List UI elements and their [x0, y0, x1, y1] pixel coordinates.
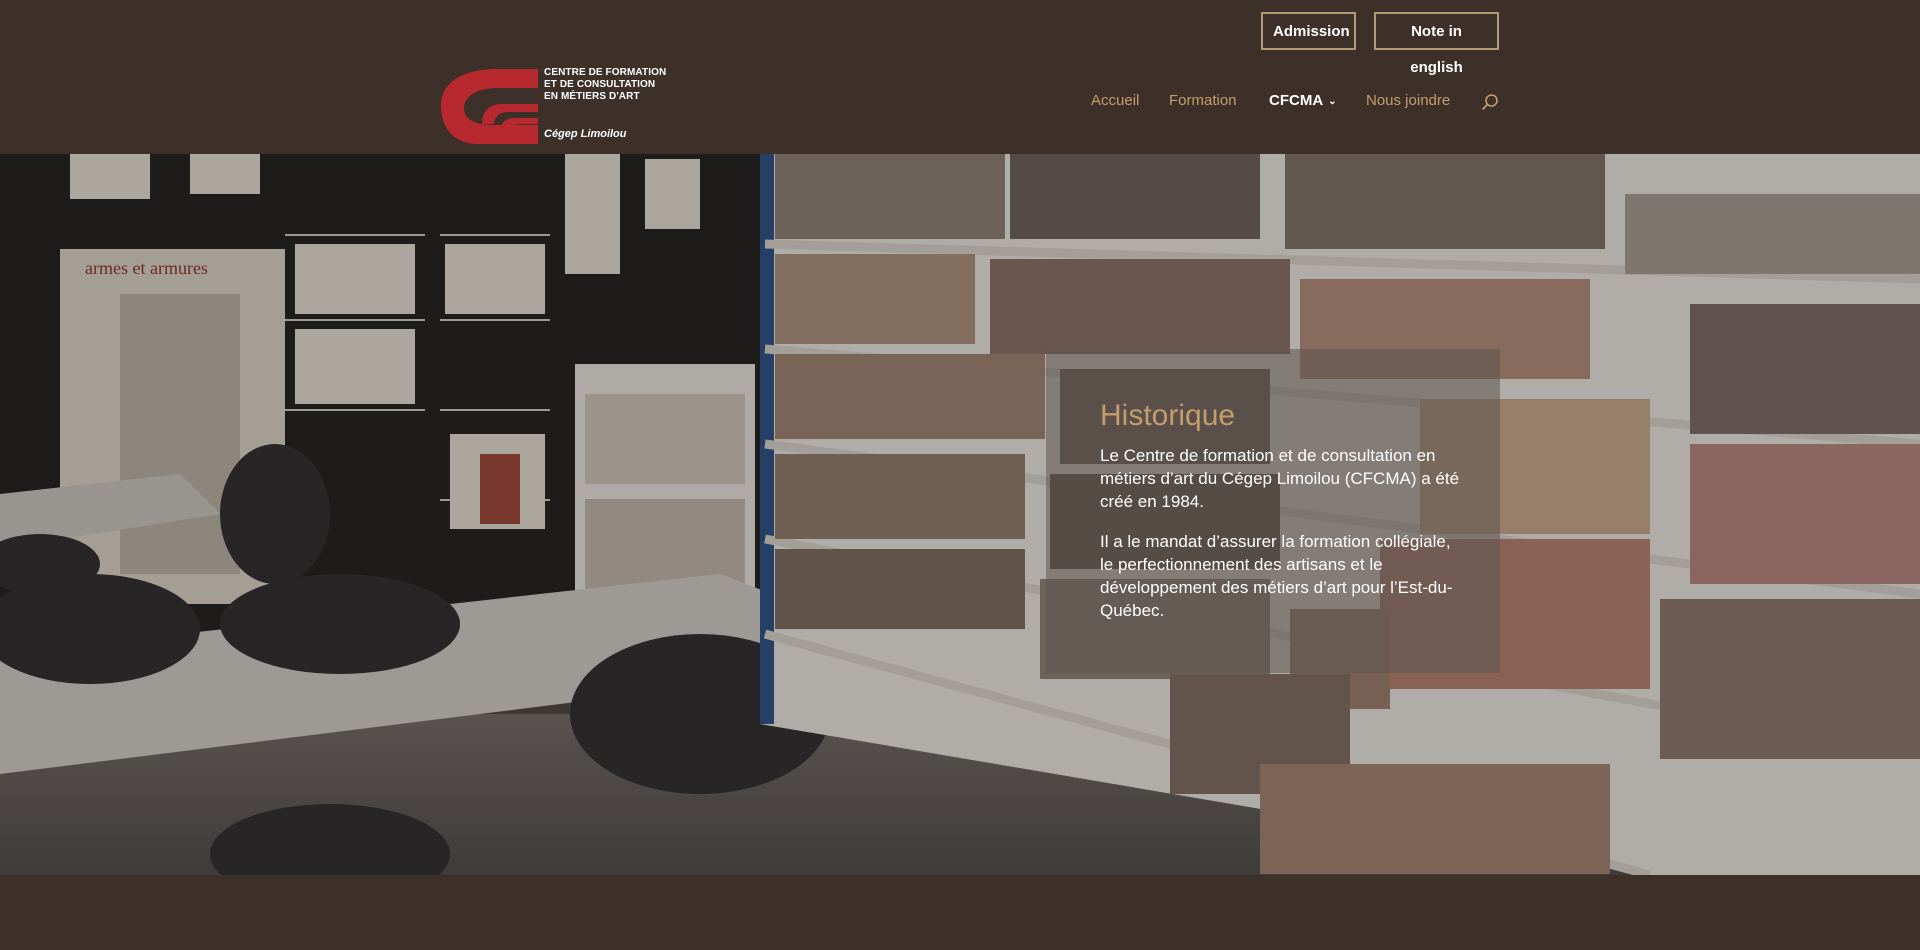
logo-text: CENTRE DE FORMATION ET DE CONSULTATION E… [544, 67, 666, 103]
nav-item-nous-joindre[interactable]: Nous joindre [1366, 92, 1450, 109]
hero-overlay [0, 154, 1920, 875]
historique-box: Historique Le Centre de formation et de … [1046, 349, 1500, 673]
site-header: Admission Note in english CENTRE DE FORM… [0, 0, 1920, 154]
logo-subline: Cégep Limoilou [544, 128, 627, 140]
logo-line-3: EN MÉTIERS D'ART [544, 91, 640, 102]
logo-line-2: ET DE CONSULTATION [544, 79, 656, 90]
chevron-down-icon: ⌄ [1328, 96, 1337, 107]
search-icon[interactable] [1481, 93, 1499, 111]
nav-item-formation[interactable]: Formation [1169, 92, 1237, 109]
historique-paragraph-2: Il a le mandat d’assurer la formation co… [1100, 532, 1453, 620]
logo-line-1: CENTRE DE FORMATION [544, 67, 667, 78]
nav-item-accueil[interactable]: Accueil [1091, 92, 1139, 109]
nav-item-cfcma-label: CFCMA [1269, 92, 1324, 109]
footer-band [0, 875, 1920, 950]
historique-title: Historique [1100, 399, 1236, 432]
english-note-button[interactable]: Note in english [1374, 12, 1499, 76]
admission-button[interactable]: Admission [1261, 12, 1356, 50]
nav-item-cfcma[interactable]: CFCMA ⌄ [1269, 92, 1337, 109]
historique-paragraph-1: Le Centre de formation et de consultatio… [1100, 446, 1460, 511]
hero-section: armes et armures Historique Le Centre de… [0, 154, 1920, 875]
